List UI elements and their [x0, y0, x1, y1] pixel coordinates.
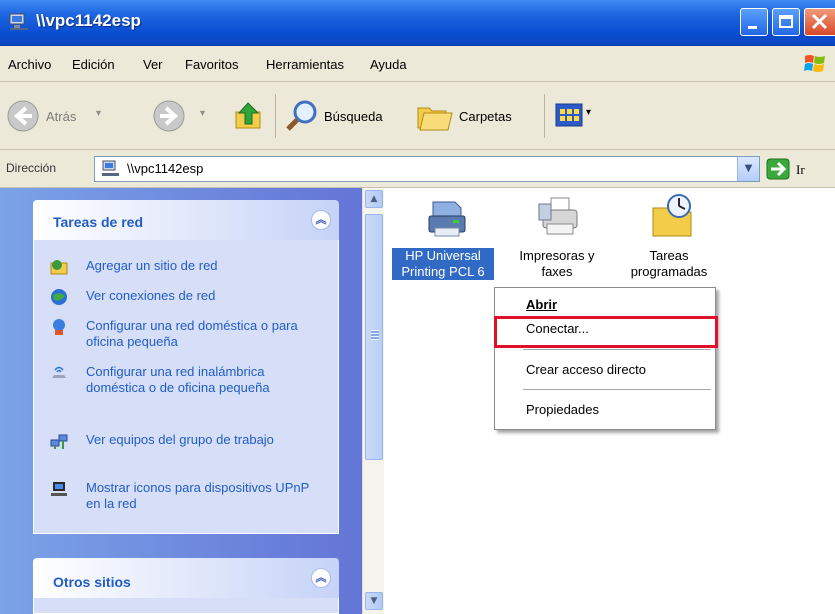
item-scheduled-tasks[interactable]: Tareas programadas — [619, 190, 719, 286]
maximize-icon — [779, 15, 793, 28]
forward-button[interactable]: ▾ — [152, 99, 212, 135]
address-value: \\vpc1142esp — [127, 161, 204, 176]
search-icon — [286, 100, 317, 131]
task-label: Configurar una red doméstica o para ofic… — [86, 318, 298, 349]
minimize-icon — [748, 26, 757, 29]
window-title: \\vpc1142esp — [36, 11, 141, 30]
menu-ayuda[interactable]: Ayuda — [370, 57, 407, 72]
address-label: Dirección — [6, 161, 57, 175]
forward-dropdown-icon[interactable]: ▾ — [200, 108, 205, 119]
menu-item-open[interactable]: Abrir — [526, 297, 557, 312]
item-label: HP Universal Printing PCL 6 — [392, 248, 494, 280]
home-network-icon — [53, 319, 65, 335]
folders-label: Carpetas — [459, 109, 512, 124]
network-tasks-panel: Agregar un sitio de red Ver conexiones d… — [33, 240, 339, 534]
item-label: Tareas programadas — [630, 248, 708, 279]
task-label: Ver conexiones de red — [86, 288, 216, 303]
address-dropdown-button[interactable]: ▼ — [737, 157, 759, 181]
wireless-network-icon — [52, 366, 66, 378]
task-pane: Tareas de red ︽ Agregar un sitio de red … — [0, 188, 362, 614]
vertical-scrollbar[interactable]: ▲ ▼ — [362, 188, 384, 614]
collapse-chevron-icon[interactable]: ︽ — [311, 210, 331, 230]
network-connections-icon — [51, 289, 67, 305]
back-button[interactable]: Atrás ▾ — [6, 96, 136, 136]
folders-button[interactable]: Carpetas — [416, 96, 536, 136]
menu-item-create-shortcut[interactable]: Crear acceso directo — [526, 362, 646, 377]
item-label: Impresoras y faxes — [519, 248, 595, 279]
go-arrow-icon[interactable] — [766, 158, 790, 180]
task-label: Configurar una red inalámbrica doméstica… — [86, 364, 270, 395]
minimize-button[interactable] — [740, 8, 768, 36]
back-arrow-icon — [7, 100, 39, 132]
menu-edicion[interactable]: Edición — [72, 57, 115, 72]
close-icon — [811, 13, 828, 30]
scroll-down-button[interactable]: ▼ — [365, 592, 383, 610]
title-bar[interactable]: \\vpc1142esp — [0, 0, 835, 46]
views-icon — [555, 103, 583, 127]
network-share-small-icon — [102, 160, 119, 176]
search-button[interactable]: Búsqueda — [284, 96, 408, 136]
views-button[interactable]: ▾ — [554, 101, 610, 133]
grip-icon — [371, 330, 379, 340]
address-field[interactable]: \\vpc1142esp ▼ — [94, 156, 760, 182]
workgroup-icon — [50, 434, 68, 449]
network-tasks-title: Tareas de red — [53, 214, 144, 230]
windows-logo-icon — [804, 55, 825, 72]
menu-separator — [523, 389, 711, 390]
menu-separator — [523, 349, 711, 350]
menu-item-properties[interactable]: Propiedades — [526, 402, 599, 417]
network-tasks-header[interactable]: Tareas de red ︽ — [33, 200, 339, 240]
back-label: Atrás — [46, 109, 77, 124]
add-network-place-icon — [50, 260, 68, 275]
context-menu: Abrir Conectar... Crear acceso directo P… — [494, 287, 716, 430]
network-share-icon — [9, 13, 28, 30]
task-label: Mostrar iconos para dispositivos UPnP en… — [86, 480, 310, 511]
close-button[interactable] — [804, 8, 835, 36]
forward-arrow-icon — [153, 100, 185, 132]
other-places-header[interactable]: Otros sitios ︽ — [33, 558, 339, 598]
upnp-icon — [51, 482, 67, 496]
printers-faxes-icon — [538, 197, 578, 235]
task-label: Ver equipos del grupo de trabajo — [86, 432, 274, 447]
printer-icon — [428, 201, 466, 237]
menu-archivo[interactable]: Archivo — [8, 57, 51, 72]
other-places-panel — [33, 598, 339, 614]
views-dropdown-icon[interactable]: ▾ — [586, 107, 591, 118]
task-label: Agregar un sitio de red — [86, 258, 218, 273]
menu-favoritos[interactable]: Favoritos — [185, 57, 238, 72]
scheduled-tasks-icon — [652, 194, 692, 237]
menu-bar: Archivo Edición Ver Favoritos Herramient… — [0, 46, 835, 82]
menu-ver[interactable]: Ver — [143, 57, 163, 72]
folders-icon — [417, 107, 453, 131]
highlight-annotation — [494, 316, 718, 348]
maximize-button[interactable] — [772, 8, 800, 36]
other-places-title: Otros sitios — [53, 574, 131, 590]
back-dropdown-icon[interactable]: ▾ — [96, 108, 101, 119]
scroll-thumb[interactable] — [365, 214, 383, 460]
search-label: Búsqueda — [324, 109, 383, 124]
item-printers-and-faxes[interactable]: Impresoras y faxes — [507, 190, 607, 286]
item-hp-universal-printer[interactable]: HP Universal Printing PCL 6 — [391, 190, 497, 286]
up-folder-icon[interactable] — [233, 100, 265, 132]
collapse-chevron-icon[interactable]: ︽ — [311, 568, 331, 588]
scroll-up-button[interactable]: ▲ — [365, 190, 383, 208]
go-label[interactable]: Ir — [796, 162, 805, 178]
toolbar: Atrás ▾ ▾ Búsqueda Carpetas ▾ — [0, 82, 835, 150]
menu-herramientas[interactable]: Herramientas — [266, 57, 344, 72]
address-bar: Dirección \\vpc1142esp ▼ Ir — [0, 150, 835, 188]
